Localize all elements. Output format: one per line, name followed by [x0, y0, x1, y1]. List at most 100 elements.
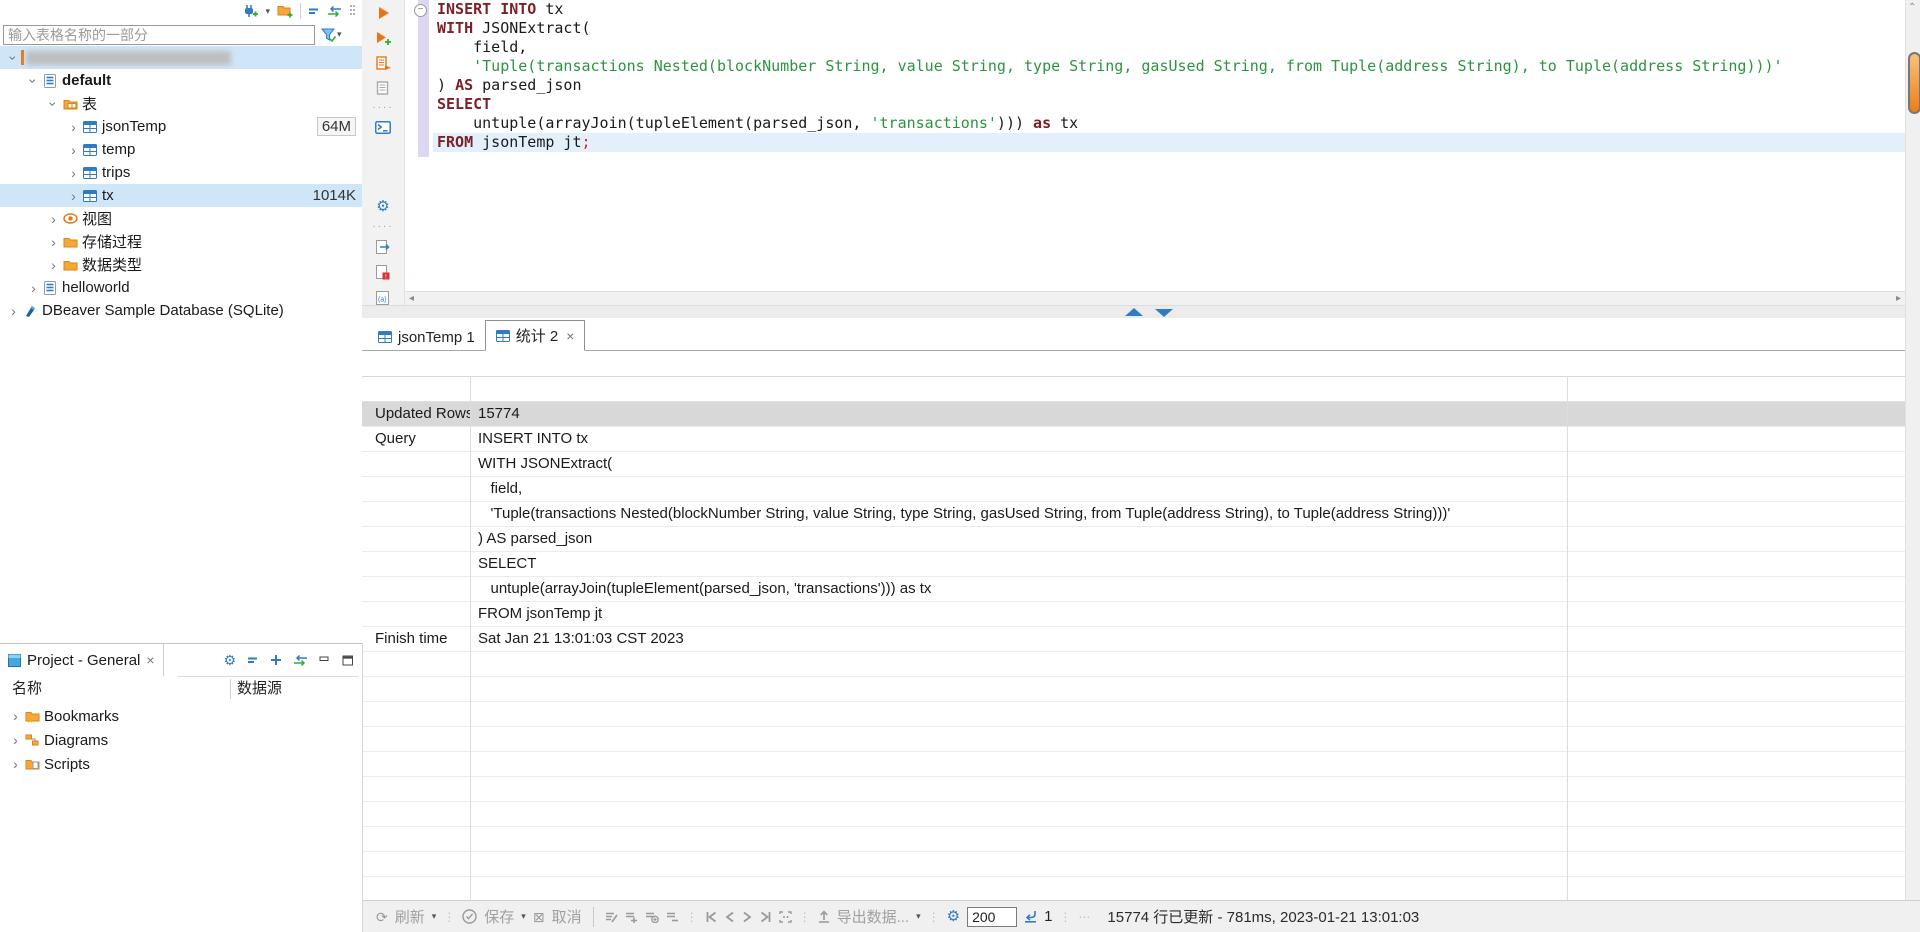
tree-chevron-icon[interactable]: ›	[26, 281, 41, 295]
scroll-right-arrow-icon[interactable]: ▸	[1896, 293, 1901, 304]
new-connection-dropdown-caret[interactable]: ▾	[265, 7, 270, 16]
filter-funnel-icon[interactable]	[321, 28, 337, 42]
grid-cell-name[interactable]	[362, 577, 470, 601]
tree-chevron-icon[interactable]: ›	[8, 733, 23, 747]
project-item-Scripts[interactable]: ›Scripts	[0, 752, 362, 776]
grid-cell-value[interactable]: SELECT	[470, 552, 1567, 576]
overflow-dots[interactable]: ⋯	[1078, 910, 1090, 924]
toolbar-grip-icon[interactable]	[349, 4, 356, 18]
execute-statement-icon[interactable]	[377, 6, 390, 20]
tree-chevron-icon[interactable]: ›	[6, 304, 21, 318]
collapse-up-icon[interactable]	[1125, 308, 1143, 316]
grid-empty-row[interactable]	[362, 802, 1905, 827]
maximize-panel-icon[interactable]	[342, 655, 354, 666]
execute-new-tab-icon[interactable]	[375, 31, 391, 45]
tree-chevron-icon[interactable]: ›	[8, 757, 23, 771]
project-tab[interactable]: Project - General ×	[0, 644, 164, 676]
grid-row-Updated Rows[interactable]: Updated Rows15774	[362, 402, 1905, 427]
project-link-icon[interactable]	[293, 655, 308, 666]
new-folder-icon[interactable]	[277, 5, 293, 18]
grid-cell-name[interactable]: Finish time	[362, 627, 470, 651]
project-item-Bookmarks[interactable]: ›★Bookmarks	[0, 704, 362, 728]
statistics-grid[interactable]: Updated Rows15774QueryINSERT INTO txWITH…	[362, 376, 1905, 927]
grid-cell-name[interactable]	[362, 477, 470, 501]
grid-empty-row[interactable]	[362, 852, 1905, 877]
tree-item-tx[interactable]: ›tx1014K	[0, 184, 362, 207]
tree-item-default[interactable]: ›default	[0, 69, 362, 92]
grid-cell-name[interactable]	[362, 502, 470, 526]
tree-chevron-icon[interactable]: ›	[47, 96, 61, 111]
grid-row-query-line[interactable]: ) AS parsed_json	[362, 527, 1905, 552]
scrollbar-thumb[interactable]	[1908, 52, 1920, 114]
grid-cell-name[interactable]	[362, 552, 470, 576]
grid-row-query-line[interactable]: FROM jsonTemp jt	[362, 602, 1905, 627]
link-with-editor-icon[interactable]	[327, 6, 342, 17]
collapse-all-icon[interactable]	[308, 6, 320, 16]
editor-horizontal-scrollbar[interactable]: ◂ ▸	[405, 291, 1905, 305]
project-gear-icon[interactable]: ⚙	[223, 653, 236, 667]
table-filter-input[interactable]	[3, 25, 315, 45]
export-data-button[interactable]: 导出数据...	[837, 906, 910, 927]
grid-empty-row[interactable]	[362, 827, 1905, 852]
record-mode-icon[interactable]	[779, 911, 792, 923]
tree-chevron-icon[interactable]: ›	[46, 258, 61, 272]
tree-chevron-icon[interactable]: ›	[66, 143, 81, 157]
grid-cell-value[interactable]: WITH JSONExtract(	[470, 452, 1567, 476]
grid-cell-value[interactable]: INSERT INTO tx	[470, 427, 1567, 451]
sql-line-4[interactable]: 'Tuple(transactions Nested(blockNumber S…	[437, 57, 1905, 76]
save-button[interactable]: 保存	[484, 906, 514, 927]
fetch-page-icon[interactable]	[1024, 910, 1037, 923]
tree-item-connection[interactable]: ›	[0, 46, 362, 69]
save-file-icon[interactable]: !	[376, 265, 390, 280]
grid-cell-value[interactable]: FROM jsonTemp jt	[470, 602, 1567, 626]
tree-item-jsonTemp[interactable]: ›jsonTemp64M	[0, 115, 362, 138]
project-expand-icon[interactable]	[270, 654, 282, 666]
grid-empty-row[interactable]	[362, 727, 1905, 752]
sql-line-7[interactable]: untuple(arrayJoin(tupleElement(parsed_js…	[437, 114, 1905, 133]
tree-chevron-icon[interactable]: ›	[8, 709, 23, 723]
refresh-icon[interactable]: ⟳	[376, 910, 388, 924]
script-variables-icon[interactable]: (a)	[376, 291, 390, 305]
filter-dropdown-caret[interactable]: ▾	[337, 30, 342, 39]
tree-item-trips[interactable]: ›trips	[0, 161, 362, 184]
editor-vertical-scrollbar[interactable]: ⌃	[1905, 0, 1920, 900]
tree-item-helloworld[interactable]: ›helloworld	[0, 276, 362, 299]
execute-script-icon[interactable]	[376, 56, 391, 70]
next-row-icon[interactable]	[742, 911, 752, 923]
grid-cell-value[interactable]: untuple(arrayJoin(tupleElement(parsed_js…	[470, 577, 1567, 601]
grid-row-query-line[interactable]: untuple(arrayJoin(tupleElement(parsed_js…	[362, 577, 1905, 602]
grid-empty-row[interactable]	[362, 652, 1905, 677]
sql-console-icon[interactable]	[375, 121, 391, 134]
grid-row-query-line[interactable]: field,	[362, 477, 1905, 502]
editor-settings-gear-icon[interactable]: ⚙	[376, 199, 389, 214]
grid-cell-value[interactable]: field,	[470, 477, 1567, 501]
sql-line-6[interactable]: SELECT	[437, 95, 1905, 114]
open-file-icon[interactable]	[376, 240, 390, 254]
tree-chevron-icon[interactable]: ›	[66, 189, 81, 203]
column-datasource-header[interactable]: 数据源	[237, 677, 282, 701]
first-row-icon[interactable]	[705, 911, 718, 923]
tree-chevron-icon[interactable]: ›	[66, 120, 81, 134]
refresh-button[interactable]: 刷新	[395, 906, 425, 927]
column-name-header[interactable]: 名称	[12, 677, 42, 701]
explain-plan-icon[interactable]	[376, 81, 391, 95]
grid-row-query-line[interactable]: SELECT	[362, 552, 1905, 577]
grid-empty-row[interactable]	[362, 677, 1905, 702]
column-divider[interactable]	[230, 679, 231, 699]
edit-cell-icon[interactable]	[605, 911, 618, 923]
grid-empty-row[interactable]	[362, 702, 1905, 727]
grid-empty-row[interactable]	[362, 752, 1905, 777]
minimize-panel-icon[interactable]	[319, 655, 331, 665]
grid-cell-name[interactable]	[362, 527, 470, 551]
tab-close-icon[interactable]: ×	[566, 328, 574, 344]
tree-chevron-icon[interactable]: ›	[46, 212, 61, 226]
scroll-up-arrow-icon[interactable]: ⌃	[1908, 2, 1916, 13]
save-dropdown-caret[interactable]: ▾	[521, 912, 526, 921]
grid-cell-value[interactable]: 15774	[470, 402, 1567, 426]
tree-item-temp[interactable]: ›temp	[0, 138, 362, 161]
sql-line-2[interactable]: WITH JSONExtract(	[437, 19, 1905, 38]
grid-cell-name[interactable]	[362, 452, 470, 476]
sql-code[interactable]: INSERT INTO txWITH JSONExtract( field, '…	[437, 0, 1905, 152]
collapse-down-icon[interactable]	[1155, 309, 1173, 317]
cancel-button[interactable]: 取消	[552, 906, 582, 927]
